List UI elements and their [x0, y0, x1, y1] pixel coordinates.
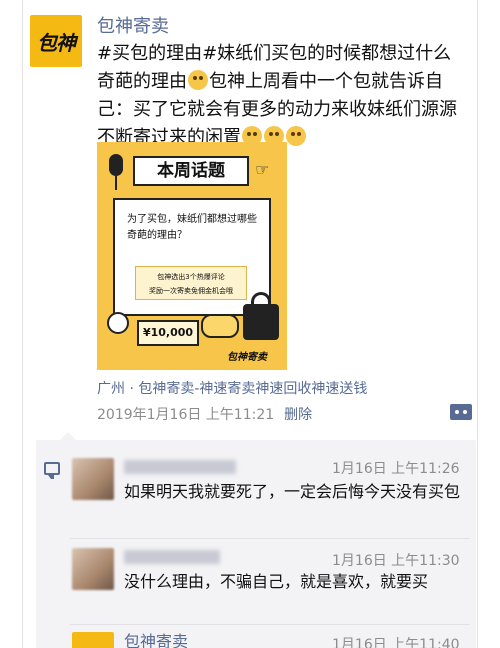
comments-pointer	[60, 432, 76, 440]
comment-divider	[70, 624, 470, 625]
delete-link[interactable]: 删除	[284, 407, 312, 423]
poster-nickname[interactable]: 包神寄卖	[97, 12, 169, 38]
comment-icon	[44, 462, 60, 479]
comment-time: 1月16日 上午11:30	[332, 553, 460, 569]
wallet-icon	[201, 314, 239, 338]
post-image[interactable]: 本周话题 ☞ 为了买包，妹纸们都想过哪些奇葩的理由？ 包神选出3个热爆评论 奖励…	[97, 142, 287, 370]
image-question-card: 为了买包，妹纸们都想过哪些奇葩的理由？ 包神选出3个热爆评论 奖励一次寄卖免佣金…	[113, 198, 271, 316]
commenter-avatar[interactable]	[72, 548, 114, 590]
post-meta: 2019年1月16日 上午11:21 删除	[97, 404, 312, 424]
commenter-name[interactable]: 包神寄卖	[124, 628, 188, 648]
poster-avatar-text: 包神	[37, 30, 76, 55]
image-title: 本周话题	[133, 156, 249, 186]
poster-avatar[interactable]: 包神	[30, 15, 82, 67]
image-note-line1: 包神选出3个热爆评论	[157, 273, 225, 281]
commenter-avatar[interactable]	[72, 458, 114, 500]
comment-divider	[70, 538, 470, 539]
grin-emoji-icon	[286, 126, 306, 146]
commenter-avatar[interactable]	[72, 632, 114, 648]
image-question: 为了买包，妹纸们都想过哪些奇葩的理由？	[127, 214, 257, 241]
image-brand: 包神寄卖	[227, 352, 267, 363]
comment-time: 1月16日 上午11:26	[332, 461, 460, 477]
post-timestamp: 2019年1月16日 上午11:21	[97, 407, 275, 423]
comment-text[interactable]: 如果明天我就要死了，一定会后悔今天没有买包	[124, 480, 464, 504]
microphone-icon	[109, 154, 123, 176]
pointing-hand-icon: ☞	[255, 160, 270, 179]
post-location[interactable]: 广州 · 包神寄卖-神速寄卖神速回收神速送钱	[97, 378, 367, 398]
image-note-line2: 奖励一次寄卖免佣金机会哦	[149, 287, 233, 295]
post-text: #买包的理由#妹纸们买包的时候都想过什么奇葩的理由 包神上周看中一个包就告诉自己：…	[97, 40, 465, 152]
handbag-icon	[243, 304, 279, 340]
comment-text[interactable]: 没什么理由，不骗自己，就是喜欢，就要买	[124, 570, 464, 594]
money-tag: ¥10,000	[137, 320, 199, 346]
commenter-name-blurred[interactable]	[124, 460, 236, 474]
comment-time: 1月16日 上午11:40	[332, 637, 460, 648]
smirk-emoji-icon	[188, 70, 208, 90]
commenter-name-blurred[interactable]	[124, 550, 220, 564]
microphone-stand	[115, 176, 117, 190]
watch-icon	[107, 312, 129, 334]
image-note: 包神选出3个热爆评论 奖励一次寄卖免佣金机会哦	[135, 266, 247, 300]
more-actions-icon[interactable]	[450, 404, 472, 420]
